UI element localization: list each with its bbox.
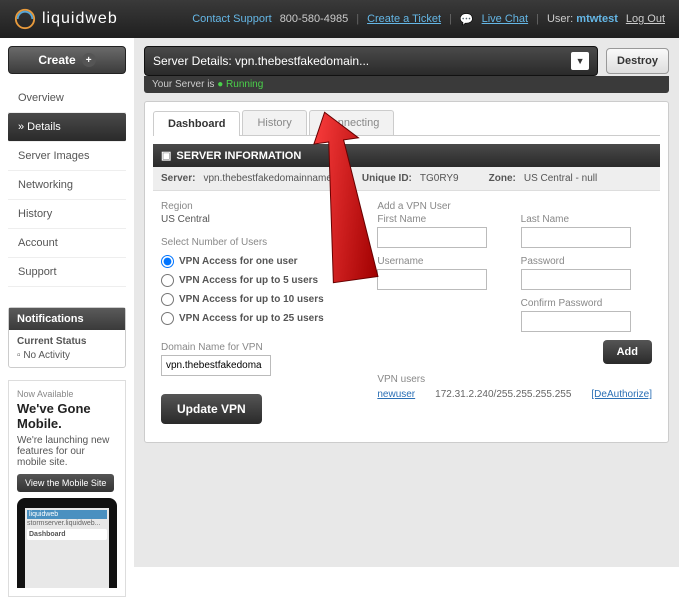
zone-label: Zone: — [489, 173, 516, 184]
logo-icon — [14, 8, 36, 30]
user-option-0[interactable]: VPN Access for one user — [161, 252, 357, 271]
phone-image: liquidweb stormserver.liquidweb... Dashb… — [17, 498, 117, 588]
tab-bar: DashboardHistoryConnecting — [153, 110, 660, 136]
sidebar: Create + Overview» DetailsServer ImagesN… — [0, 38, 134, 567]
live-chat-link[interactable]: Live Chat — [482, 13, 528, 25]
region-label: Region — [161, 201, 357, 212]
add-user-title: Add a VPN User — [377, 201, 652, 212]
header-links: Contact Support 800-580-4985 | Create a … — [192, 13, 665, 26]
deauthorize-link[interactable]: [DeAuthorize] — [591, 389, 652, 400]
mobile-promo: Now Available We've Gone Mobile. We're l… — [8, 380, 126, 597]
nav-menu: Overview» DetailsServer ImagesNetworking… — [8, 84, 126, 287]
username-label: Username — [377, 256, 508, 267]
left-column: Region US Central Select Number of Users… — [161, 201, 357, 424]
tab-connecting[interactable]: Connecting — [309, 110, 395, 135]
user-option-1[interactable]: VPN Access for up to 5 users — [161, 271, 357, 290]
confirm-password-input[interactable] — [521, 311, 631, 332]
vpn-user-ip: 172.31.2.240/255.255.255.255 — [435, 389, 571, 400]
update-vpn-button[interactable]: Update VPN — [161, 394, 262, 424]
vpn-users-label: VPN users — [377, 374, 652, 385]
username: mtwtest — [576, 13, 618, 25]
firstname-label: First Name — [377, 214, 508, 225]
notifications-header: Notifications — [9, 308, 125, 330]
uniqueid-label: Unique ID: — [362, 173, 412, 184]
nav-item-overview[interactable]: Overview — [8, 84, 126, 113]
create-button[interactable]: Create + — [8, 46, 126, 74]
firstname-input[interactable] — [377, 227, 487, 248]
support-phone: 800-580-4985 — [280, 13, 349, 25]
nav-item-history[interactable]: History — [8, 200, 126, 229]
region-value: US Central — [161, 214, 357, 225]
user-radio-group: VPN Access for one userVPN Access for up… — [161, 252, 357, 328]
tab-dashboard[interactable]: Dashboard — [153, 111, 240, 136]
logout-link[interactable]: Log Out — [626, 13, 665, 25]
mobile-desc: We're launching new features for our mob… — [17, 435, 117, 468]
create-label: Create — [38, 53, 75, 67]
right-column: Add a VPN User First Name Last Name — [377, 201, 652, 424]
logo: liquidweb — [14, 8, 118, 30]
info-row: Server: vpn.thebestfakedomainname Unique… — [153, 167, 660, 191]
current-status-label: Current Status — [17, 336, 117, 347]
password-label: Password — [521, 256, 652, 267]
server-status-line: Your Server is ● Running — [144, 76, 669, 93]
lastname-label: Last Name — [521, 214, 652, 225]
zone-value: US Central - null — [524, 173, 597, 184]
collapse-icon[interactable]: ▣ — [161, 149, 171, 162]
user-radio-0[interactable] — [161, 255, 174, 268]
uniqueid-value: TG0RY9 — [420, 173, 459, 184]
user-radio-1[interactable] — [161, 274, 174, 287]
main-panel: DashboardHistoryConnecting ▣ SERVER INFO… — [144, 101, 669, 443]
chat-icon: 💬 — [460, 13, 474, 26]
activity-status: ▫ No Activity — [17, 350, 117, 361]
server-value: vpn.thebestfakedomainname — [203, 173, 331, 184]
server-label: Server: — [161, 173, 195, 184]
confirm-password-label: Confirm Password — [521, 298, 652, 309]
lastname-input[interactable] — [521, 227, 631, 248]
password-input[interactable] — [521, 269, 631, 290]
user-label: User: mtwtest — [547, 13, 618, 25]
nav-item--details[interactable]: » Details — [8, 113, 126, 142]
section-header: ▣ SERVER INFORMATION — [153, 144, 660, 167]
contact-support-link[interactable]: Contact Support — [192, 13, 272, 25]
server-title: Server Details: vpn.thebestfakedomain... — [153, 54, 369, 68]
destroy-button[interactable]: Destroy — [606, 48, 669, 74]
notifications-box: Notifications Current Status ▫ No Activi… — [8, 307, 126, 368]
add-button[interactable]: Add — [603, 340, 652, 364]
domain-label: Domain Name for VPN — [161, 342, 357, 353]
username-input[interactable] — [377, 269, 487, 290]
domain-input[interactable] — [161, 355, 271, 376]
logo-text: liquidweb — [42, 10, 118, 28]
mobile-pre: Now Available — [17, 389, 117, 399]
tab-history[interactable]: History — [242, 110, 306, 135]
server-selector[interactable]: Server Details: vpn.thebestfakedomain...… — [144, 46, 598, 76]
top-header: liquidweb Contact Support 800-580-4985 |… — [0, 0, 679, 38]
vpn-users-list: VPN users newuser 172.31.2.240/255.255.2… — [377, 374, 652, 402]
vpn-user-name[interactable]: newuser — [377, 389, 415, 400]
nav-item-server-images[interactable]: Server Images — [8, 142, 126, 171]
users-label: Select Number of Users — [161, 237, 357, 248]
create-ticket-link[interactable]: Create a Ticket — [367, 13, 441, 25]
user-radio-3[interactable] — [161, 312, 174, 325]
plus-icon: + — [82, 53, 96, 67]
user-option-3[interactable]: VPN Access for up to 25 users — [161, 309, 357, 328]
nav-item-support[interactable]: Support — [8, 258, 126, 287]
nav-item-account[interactable]: Account — [8, 229, 126, 258]
view-mobile-button[interactable]: View the Mobile Site — [17, 474, 114, 492]
nav-item-networking[interactable]: Networking — [8, 171, 126, 200]
user-option-2[interactable]: VPN Access for up to 10 users — [161, 290, 357, 309]
chevron-down-icon: ▼ — [571, 52, 589, 70]
mobile-title: We've Gone Mobile. — [17, 401, 117, 431]
content-area: Server Details: vpn.thebestfakedomain...… — [134, 38, 679, 567]
user-radio-2[interactable] — [161, 293, 174, 306]
